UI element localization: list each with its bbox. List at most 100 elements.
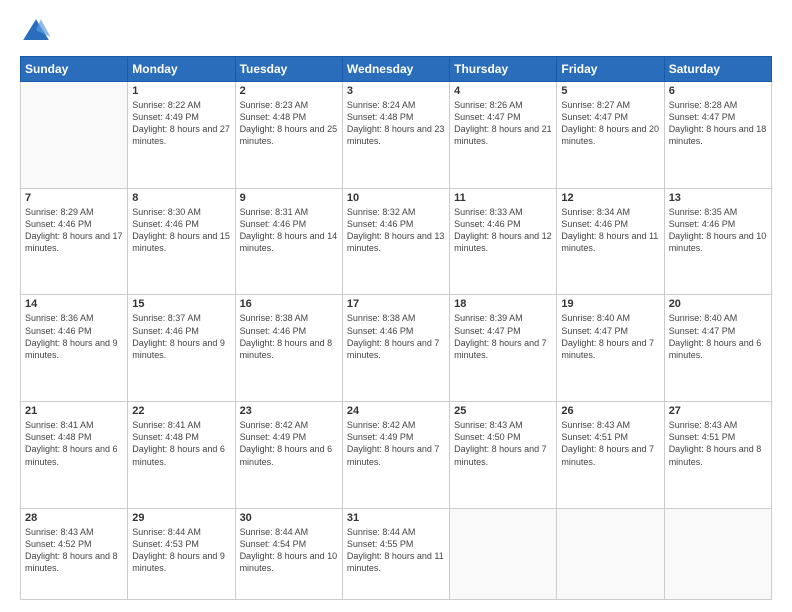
day-number: 23 [240,405,338,417]
logo [20,16,56,48]
calendar-cell: 31 Sunrise: 8:44 AMSunset: 4:55 PMDayligh… [342,508,449,599]
calendar-cell: 1 Sunrise: 8:22 AMSunset: 4:49 PMDaylight… [128,82,235,189]
day-info: Sunrise: 8:44 AMSunset: 4:53 PMDaylight:… [132,526,230,575]
day-info: Sunrise: 8:31 AMSunset: 4:46 PMDaylight:… [240,206,338,255]
calendar-table: SundayMondayTuesdayWednesdayThursdayFrid… [20,56,772,600]
calendar-cell: 22 Sunrise: 8:41 AMSunset: 4:48 PMDayligh… [128,402,235,509]
day-info: Sunrise: 8:39 AMSunset: 4:47 PMDaylight:… [454,312,552,361]
calendar-cell: 28 Sunrise: 8:43 AMSunset: 4:52 PMDayligh… [21,508,128,599]
day-info: Sunrise: 8:33 AMSunset: 4:46 PMDaylight:… [454,206,552,255]
calendar-cell: 10Sunrise: 8:32 AMSunset: 4:46 PMDayligh… [342,188,449,295]
calendar-cell: 7Sunrise: 8:29 AMSunset: 4:46 PMDaylight… [21,188,128,295]
calendar-cell: 21Sunrise: 8:41 AMSunset: 4:48 PMDayligh… [21,402,128,509]
calendar-cell: 18 Sunrise: 8:39 AMSunset: 4:47 PMDayligh… [450,295,557,402]
day-info: Sunrise: 8:43 AMSunset: 4:50 PMDaylight:… [454,419,552,468]
calendar-cell: 25 Sunrise: 8:43 AMSunset: 4:50 PMDayligh… [450,402,557,509]
calendar-cell: 29 Sunrise: 8:44 AMSunset: 4:53 PMDayligh… [128,508,235,599]
day-number: 26 [561,405,659,417]
calendar-col-sunday: Sunday [21,57,128,82]
day-info: Sunrise: 8:41 AMSunset: 4:48 PMDaylight:… [132,419,230,468]
day-number: 14 [25,298,123,310]
calendar-col-tuesday: Tuesday [235,57,342,82]
day-info: Sunrise: 8:44 AMSunset: 4:54 PMDaylight:… [240,526,338,575]
calendar-week-row: 28 Sunrise: 8:43 AMSunset: 4:52 PMDayligh… [21,508,772,599]
calendar-cell: 6Sunrise: 8:28 AMSunset: 4:47 PMDaylight… [664,82,771,189]
day-info: Sunrise: 8:43 AMSunset: 4:51 PMDaylight:… [561,419,659,468]
header [20,16,772,48]
calendar-cell: 17 Sunrise: 8:38 AMSunset: 4:46 PMDayligh… [342,295,449,402]
day-number: 3 [347,85,445,97]
day-info: Sunrise: 8:44 AMSunset: 4:55 PMDaylight:… [347,526,445,575]
calendar-week-row: 21Sunrise: 8:41 AMSunset: 4:48 PMDayligh… [21,402,772,509]
calendar-cell: 13 Sunrise: 8:35 AMSunset: 4:46 PMDayligh… [664,188,771,295]
calendar-cell: 3Sunrise: 8:24 AMSunset: 4:48 PMDaylight… [342,82,449,189]
calendar-week-row: 7Sunrise: 8:29 AMSunset: 4:46 PMDaylight… [21,188,772,295]
calendar-col-wednesday: Wednesday [342,57,449,82]
day-number: 1 [132,85,230,97]
day-number: 18 [454,298,552,310]
day-info: Sunrise: 8:35 AMSunset: 4:46 PMDaylight:… [669,206,767,255]
day-info: Sunrise: 8:41 AMSunset: 4:48 PMDaylight:… [25,419,123,468]
day-info: Sunrise: 8:22 AMSunset: 4:49 PMDaylight:… [132,99,230,148]
day-number: 27 [669,405,767,417]
calendar-col-thursday: Thursday [450,57,557,82]
day-info: Sunrise: 8:37 AMSunset: 4:46 PMDaylight:… [132,312,230,361]
day-number: 31 [347,512,445,524]
day-number: 4 [454,85,552,97]
day-number: 24 [347,405,445,417]
day-info: Sunrise: 8:42 AMSunset: 4:49 PMDaylight:… [240,419,338,468]
day-number: 29 [132,512,230,524]
day-info: Sunrise: 8:38 AMSunset: 4:46 PMDaylight:… [347,312,445,361]
day-number: 2 [240,85,338,97]
day-number: 15 [132,298,230,310]
calendar-week-row: 14 Sunrise: 8:36 AMSunset: 4:46 PMDayligh… [21,295,772,402]
calendar-cell: 5Sunrise: 8:27 AMSunset: 4:47 PMDaylight… [557,82,664,189]
day-number: 16 [240,298,338,310]
day-number: 12 [561,192,659,204]
calendar-col-saturday: Saturday [664,57,771,82]
day-info: Sunrise: 8:26 AMSunset: 4:47 PMDaylight:… [454,99,552,148]
day-number: 13 [669,192,767,204]
day-info: Sunrise: 8:28 AMSunset: 4:47 PMDaylight:… [669,99,767,148]
day-info: Sunrise: 8:36 AMSunset: 4:46 PMDaylight:… [25,312,123,361]
calendar-cell [557,508,664,599]
calendar-cell: 23 Sunrise: 8:42 AMSunset: 4:49 PMDayligh… [235,402,342,509]
day-info: Sunrise: 8:40 AMSunset: 4:47 PMDaylight:… [561,312,659,361]
day-number: 30 [240,512,338,524]
day-info: Sunrise: 8:40 AMSunset: 4:47 PMDaylight:… [669,312,767,361]
day-info: Sunrise: 8:29 AMSunset: 4:46 PMDaylight:… [25,206,123,255]
calendar-cell: 8 Sunrise: 8:30 AMSunset: 4:46 PMDaylight… [128,188,235,295]
day-number: 17 [347,298,445,310]
calendar-cell: 19Sunrise: 8:40 AMSunset: 4:47 PMDayligh… [557,295,664,402]
day-info: Sunrise: 8:38 AMSunset: 4:46 PMDaylight:… [240,312,338,361]
day-number: 10 [347,192,445,204]
logo-icon [20,16,52,48]
calendar-cell: 9Sunrise: 8:31 AMSunset: 4:46 PMDaylight… [235,188,342,295]
calendar-cell: 4 Sunrise: 8:26 AMSunset: 4:47 PMDaylight… [450,82,557,189]
day-number: 22 [132,405,230,417]
calendar-cell [664,508,771,599]
day-number: 25 [454,405,552,417]
calendar-cell [450,508,557,599]
calendar-cell: 14 Sunrise: 8:36 AMSunset: 4:46 PMDayligh… [21,295,128,402]
calendar-cell: 20 Sunrise: 8:40 AMSunset: 4:47 PMDayligh… [664,295,771,402]
calendar-cell: 26 Sunrise: 8:43 AMSunset: 4:51 PMDayligh… [557,402,664,509]
day-info: Sunrise: 8:43 AMSunset: 4:51 PMDaylight:… [669,419,767,468]
calendar-cell: 27 Sunrise: 8:43 AMSunset: 4:51 PMDayligh… [664,402,771,509]
calendar-cell: 24 Sunrise: 8:42 AMSunset: 4:49 PMDayligh… [342,402,449,509]
day-info: Sunrise: 8:23 AMSunset: 4:48 PMDaylight:… [240,99,338,148]
day-info: Sunrise: 8:30 AMSunset: 4:46 PMDaylight:… [132,206,230,255]
day-number: 8 [132,192,230,204]
calendar-week-row: 1 Sunrise: 8:22 AMSunset: 4:49 PMDaylight… [21,82,772,189]
calendar-col-monday: Monday [128,57,235,82]
calendar-cell: 30 Sunrise: 8:44 AMSunset: 4:54 PMDayligh… [235,508,342,599]
day-info: Sunrise: 8:42 AMSunset: 4:49 PMDaylight:… [347,419,445,468]
day-info: Sunrise: 8:43 AMSunset: 4:52 PMDaylight:… [25,526,123,575]
calendar-cell: 2 Sunrise: 8:23 AMSunset: 4:48 PMDaylight… [235,82,342,189]
day-number: 20 [669,298,767,310]
day-info: Sunrise: 8:34 AMSunset: 4:46 PMDaylight:… [561,206,659,255]
calendar-cell: 11Sunrise: 8:33 AMSunset: 4:46 PMDayligh… [450,188,557,295]
calendar-cell: 15 Sunrise: 8:37 AMSunset: 4:46 PMDayligh… [128,295,235,402]
day-number: 28 [25,512,123,524]
calendar-col-friday: Friday [557,57,664,82]
